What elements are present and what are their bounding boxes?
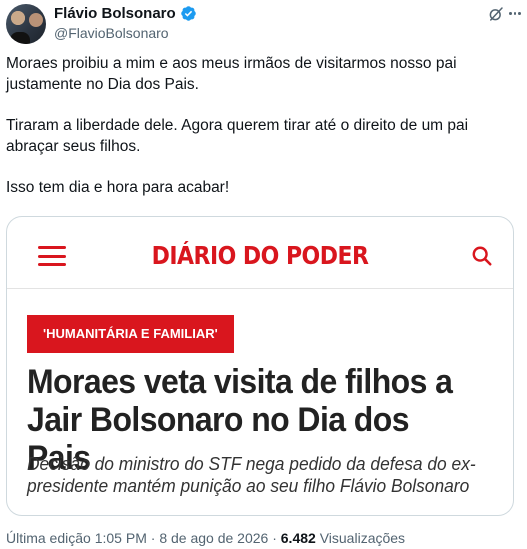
tweet-paragraph: Moraes proibiu a mim e aos meus irmãos d…: [6, 55, 457, 93]
site-header: DIÁRIO DO PODER: [7, 217, 513, 289]
article-image-card[interactable]: DIÁRIO DO PODER 'HUMANITÁRIA E FAMILIAR'…: [6, 216, 514, 516]
views-count[interactable]: 6.482: [281, 530, 316, 546]
tweet-text: Moraes proibiu a mim e aos meus irmãos d…: [6, 53, 516, 198]
tweet-date[interactable]: 8 de ago de 2026: [159, 530, 268, 546]
edited-label[interactable]: Última edição: [6, 530, 91, 546]
tweet-paragraph: Isso tem dia e hora para acabar!: [6, 179, 230, 196]
site-logo: DIÁRIO DO PODER: [151, 241, 369, 270]
search-icon: [472, 246, 492, 266]
tweet-meta: Última edição 1:05 PM · 8 de ago de 2026…: [6, 530, 405, 546]
author-name-row[interactable]: Flávio Bolsonaro: [54, 5, 197, 22]
verified-badge-icon: [180, 6, 196, 21]
author-handle[interactable]: @FlavioBolsonaro: [54, 25, 169, 41]
views-label[interactable]: Visualizações: [320, 530, 405, 546]
grok-icon[interactable]: [487, 5, 505, 23]
more-options-icon[interactable]: [509, 12, 522, 16]
author-display-name[interactable]: Flávio Bolsonaro: [54, 5, 176, 22]
tweet-header: Flávio Bolsonaro @FlavioBolsonaro: [6, 4, 522, 44]
avatar[interactable]: [6, 4, 46, 44]
meta-separator: ·: [150, 530, 156, 546]
meta-separator: ·: [272, 530, 277, 546]
category-tag: 'HUMANITÁRIA E FAMILIAR': [27, 315, 234, 353]
tweet-paragraph: Tiraram a liberdade dele. Agora querem t…: [6, 117, 469, 155]
tweet-time[interactable]: 1:05 PM: [95, 530, 147, 546]
article-subtitle: Decisão do ministro do STF nega pedido d…: [27, 454, 476, 496]
